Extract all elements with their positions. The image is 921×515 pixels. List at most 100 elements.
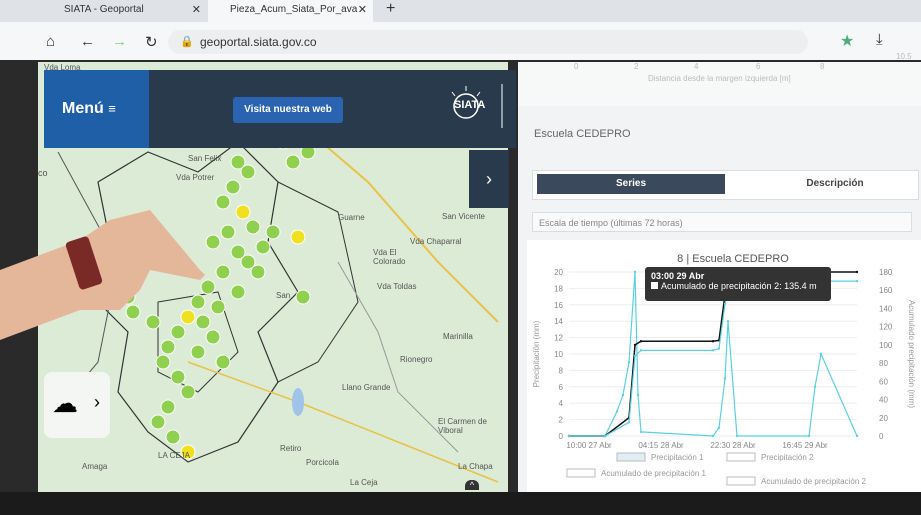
data-point [711, 340, 715, 343]
data-point [807, 434, 811, 438]
monitor-bezel [0, 492, 921, 515]
download-icon[interactable]: ⤓ [876, 31, 883, 48]
tab-series[interactable]: Series [537, 174, 725, 194]
y2-tick-label: 60 [879, 377, 888, 386]
station-marker [250, 264, 266, 280]
siata-logo: SIATA [438, 84, 508, 128]
data-point [855, 434, 859, 438]
chevron-right-icon[interactable]: › [94, 392, 100, 413]
place-label: Vda Potrer [176, 173, 215, 182]
station-marker [285, 154, 301, 170]
y2-tick-label: 40 [879, 396, 888, 405]
chevron-up-icon[interactable]: ^ [465, 480, 479, 490]
data-point [711, 349, 715, 352]
station-title: Escuela CEDEPRO [534, 128, 631, 140]
data-point [633, 343, 637, 347]
y2-axis-label: Acumulado precipitación (mm) [907, 300, 916, 408]
legend-swatch [726, 452, 756, 462]
station-marker [240, 164, 256, 180]
data-point [813, 385, 817, 388]
y2-tick-label: 100 [879, 341, 893, 350]
back-icon[interactable]: ← [80, 33, 95, 50]
y-tick-label: 16 [554, 301, 563, 310]
x-tick-label: 16:45 29 Abr [782, 441, 828, 450]
close-icon[interactable]: ✕ [358, 0, 367, 20]
data-point [633, 270, 637, 274]
y-tick-label: 8 [559, 366, 564, 375]
place-label: Marinilla [443, 332, 473, 341]
visit-web-button[interactable]: Visita nuestra web [233, 97, 343, 123]
place-label: Vda Toldas [377, 282, 417, 291]
y-tick-label: 10 [554, 350, 563, 359]
close-icon[interactable]: ✕ [192, 0, 201, 20]
station-marker [225, 179, 241, 195]
place-label: Porcicola [306, 458, 339, 467]
y2-tick-label: 180 [879, 268, 893, 277]
x-tick-label: 22:30 28 Abr [710, 441, 756, 450]
place-label: Amaga [82, 462, 108, 471]
legend-label: Acumulado de precipitación 2 [761, 477, 867, 486]
data-point [855, 279, 859, 283]
data-point [621, 393, 625, 397]
place-label: San Vicente [442, 212, 485, 221]
place-label: Llano Grande [342, 383, 391, 392]
data-point [726, 320, 730, 323]
star-icon[interactable]: ★ [840, 31, 854, 51]
y2-tick-label: 120 [879, 323, 893, 332]
place-label: Guarne [338, 213, 365, 222]
data-point [711, 434, 715, 438]
y-tick-label: 18 [554, 284, 563, 293]
legend-swatch [566, 468, 596, 478]
legend-label: Precipitación 1 [651, 453, 704, 462]
place-label: LA CEJA [158, 451, 191, 460]
data-point [639, 430, 643, 434]
chevron-right-icon[interactable]: › [469, 150, 509, 208]
menu-label: Menú ≡ [62, 100, 116, 117]
home-icon[interactable]: ⌂ [46, 33, 55, 50]
hamburger-icon: ≡ [108, 101, 116, 116]
time-scale-select[interactable]: Escala de tiempo (últimas 72 horas) [532, 212, 912, 232]
data-point [723, 377, 727, 380]
place-label: El Carmen de Viboral [438, 417, 487, 435]
tooltip-time: 03:00 29 Abr [651, 271, 705, 281]
data-point [627, 421, 631, 424]
place-label: Vda Chaparral [410, 237, 462, 246]
edge-label: co [38, 168, 48, 178]
place-label: Rionegro [400, 355, 433, 364]
data-point [615, 410, 619, 413]
y2-tick-label: 140 [879, 304, 893, 313]
y2-tick-label: 0 [879, 432, 884, 441]
data-point [717, 347, 721, 350]
x-tick-label: 04:15 28 Abr [638, 441, 684, 450]
y-tick-label: 14 [554, 317, 563, 326]
place-label: La Chapa [458, 462, 493, 471]
chart-title: 8 | Escuela CEDEPRO [677, 253, 789, 265]
y-tick-label: 0 [559, 432, 564, 441]
weather-widget[interactable]: ☁ › [44, 372, 110, 438]
chart-tooltip: 03:00 29 Abr Acumulado de precipitación … [645, 267, 831, 301]
tab-geoportal[interactable]: SIATA - Geoportal ✕ [42, 0, 207, 22]
new-tab-button[interactable]: + [386, 0, 395, 18]
data-point [819, 352, 823, 356]
y2-tick-label: 80 [879, 359, 888, 368]
data-point [567, 434, 571, 438]
tab-pieza[interactable]: Pieza_Acum_Siata_Por_ava ✕ [208, 0, 373, 22]
tooltip-value: Acumulado de precipitación 2: 135.4 m [651, 281, 825, 291]
tab-description[interactable]: Descripción [760, 174, 910, 194]
data-point [735, 434, 739, 438]
y-tick-label: 20 [554, 268, 563, 277]
place-label: San Felix [188, 154, 222, 163]
reload-icon[interactable]: ↻ [145, 33, 158, 51]
station-marker [245, 219, 261, 235]
place-label: San [276, 291, 291, 300]
y2-tick-label: 20 [879, 414, 888, 423]
data-point [633, 354, 637, 358]
y-tick-label: 2 [559, 416, 564, 425]
legend-label: Acumulado de precipitación 1 [601, 469, 707, 478]
top-chart-strip: 0 2 4 6 8 10.5 Distancia desde la margen… [518, 52, 921, 106]
y-tick-label: 4 [559, 399, 564, 408]
station-marker [265, 224, 281, 240]
station-marker [165, 429, 181, 445]
place-label: La Ceja [350, 478, 378, 487]
forward-icon[interactable]: → [112, 33, 127, 50]
